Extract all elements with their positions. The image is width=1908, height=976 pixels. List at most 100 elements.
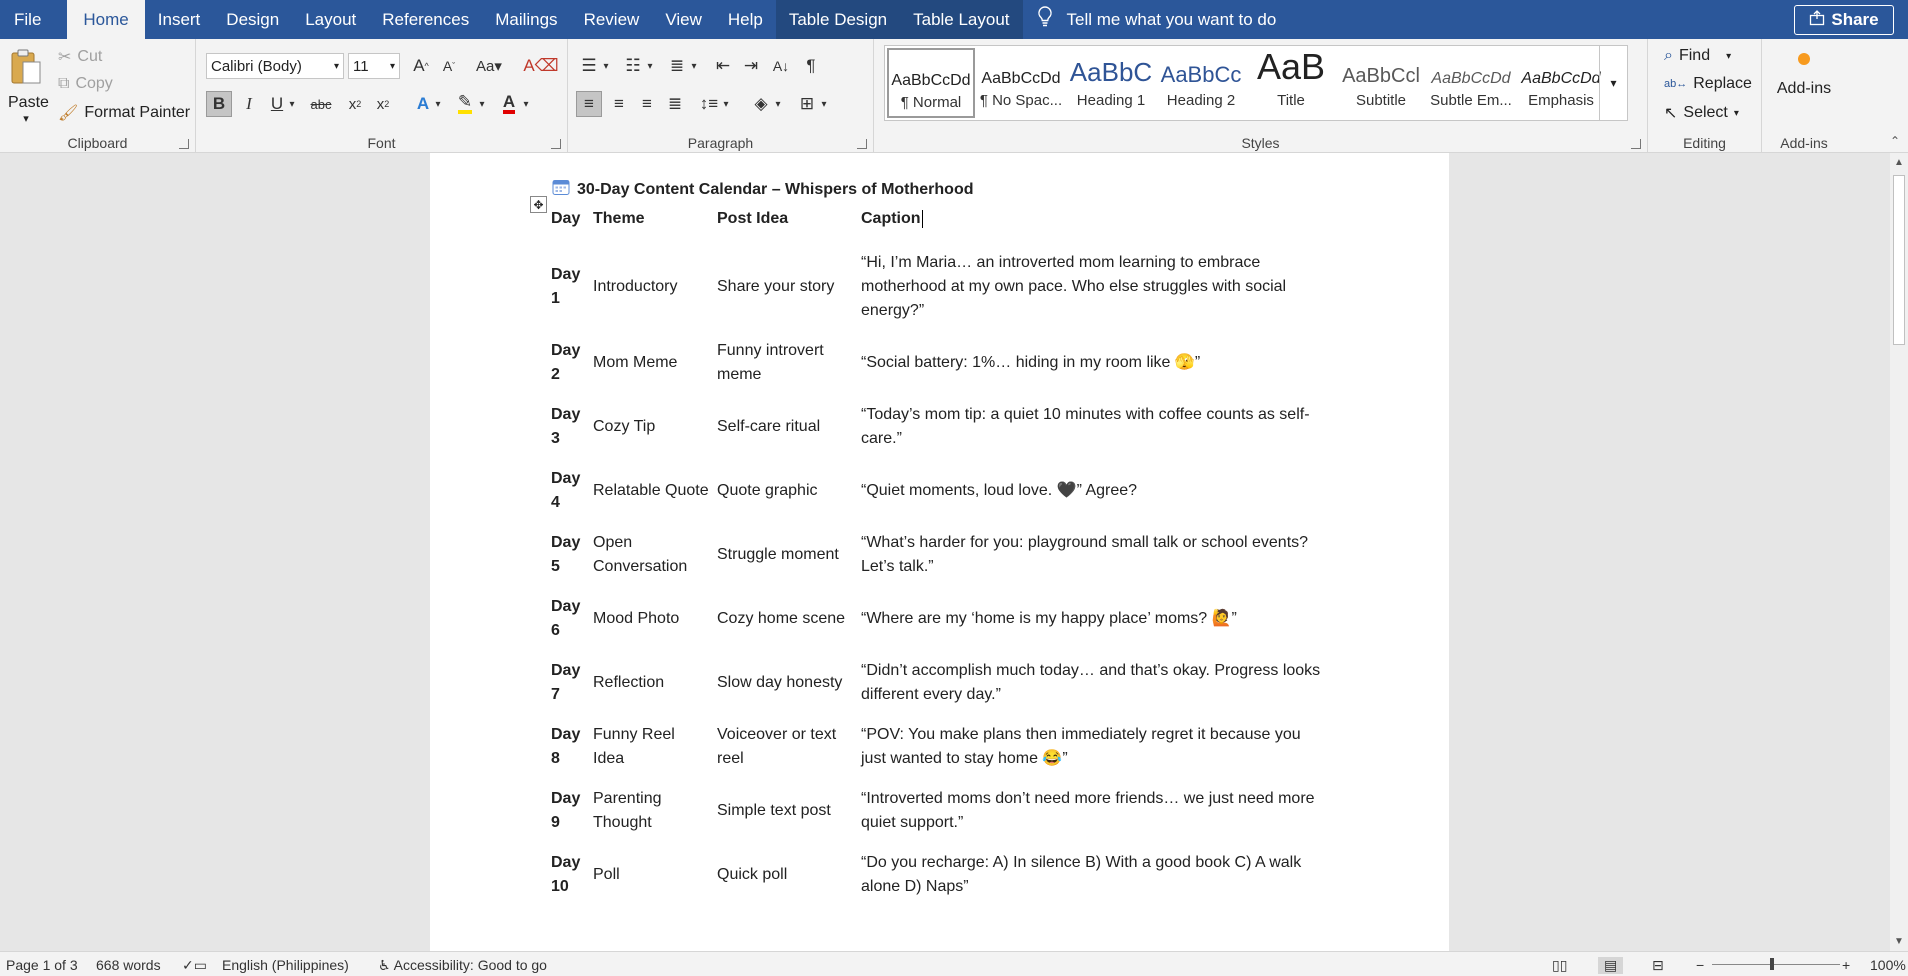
table-move-handle-icon[interactable]: ✥ <box>530 196 547 213</box>
align-right-icon[interactable]: ≡ <box>634 91 660 117</box>
chevron-down-icon[interactable]: ▾ <box>688 53 700 79</box>
cell-post-idea[interactable]: Quote graphic <box>713 459 857 523</box>
sort-icon[interactable]: A↓ <box>768 53 794 79</box>
select-button[interactable]: ↖ Select ▾ <box>1664 103 1739 123</box>
cell-caption[interactable]: “Introverted moms don’t need more friend… <box>857 779 1327 843</box>
vertical-scrollbar[interactable]: ▲ ▼ <box>1890 153 1908 951</box>
format-painter-button[interactable]: 🖌 Format Painter <box>58 103 190 123</box>
header-post-idea[interactable]: Post Idea <box>713 203 857 243</box>
highlight-color-icon[interactable]: ✎ <box>452 91 478 117</box>
align-left-icon[interactable]: ≡ <box>576 91 602 117</box>
cell-theme[interactable]: Parenting Thought <box>589 779 713 843</box>
read-mode-icon[interactable]: ▯▯ <box>1552 957 1567 974</box>
italic-button[interactable]: I <box>236 91 262 117</box>
style-no-spacing[interactable]: AaBbCcDd ¶ No Spac... <box>977 48 1065 118</box>
align-center-icon[interactable]: ≡ <box>606 91 632 117</box>
multilevel-list-icon[interactable]: ≣ <box>664 53 690 79</box>
language-indicator[interactable]: English (Philippines) <box>222 957 349 973</box>
cell-post-idea[interactable]: Share your story <box>713 243 857 331</box>
style-title[interactable]: AaB Title <box>1247 48 1335 118</box>
style-normal[interactable]: AaBbCcDd ¶ Normal <box>887 48 975 118</box>
find-button[interactable]: ⌕ Find ▾ <box>1664 47 1731 65</box>
proofing-icon[interactable]: ✓▭ <box>182 957 207 974</box>
change-case-icon[interactable]: Aa▾ <box>472 53 506 79</box>
header-caption[interactable]: Caption <box>857 203 1327 243</box>
cell-caption[interactable]: “Do you recharge: A) In silence B) With … <box>857 843 1327 907</box>
styles-launcher-icon[interactable] <box>1631 139 1641 149</box>
tab-review[interactable]: Review <box>571 0 653 39</box>
grow-font-icon[interactable]: A ^ <box>408 53 434 79</box>
numbering-icon[interactable]: ☷ <box>620 53 646 79</box>
tab-file[interactable]: File <box>0 0 67 39</box>
chevron-down-icon[interactable]: ▾ <box>772 91 784 117</box>
replace-button[interactable]: ab↔ Replace <box>1664 75 1752 93</box>
cell-day[interactable]: Day 1 <box>547 243 589 331</box>
cell-theme[interactable]: Introductory <box>589 243 713 331</box>
cell-theme[interactable]: Relatable Quote <box>589 459 713 523</box>
cell-theme[interactable]: Funny Reel Idea <box>589 715 713 779</box>
cell-theme[interactable]: Mood Photo <box>589 587 713 651</box>
tab-table-design[interactable]: Table Design <box>775 0 901 39</box>
chevron-down-icon[interactable]: ▾ <box>520 91 532 117</box>
font-color-icon[interactable]: A <box>496 91 522 117</box>
cell-theme[interactable]: Mom Meme <box>589 331 713 395</box>
superscript-button[interactable]: x2 <box>370 91 396 117</box>
document-page[interactable]: 30-Day Content Calendar – Whispers of Mo… <box>430 153 1449 951</box>
line-spacing-icon[interactable]: ↕≡ <box>696 91 722 117</box>
cell-caption[interactable]: “Quiet moments, loud love. 🖤” Agree? <box>857 459 1327 523</box>
clipboard-launcher-icon[interactable] <box>179 139 189 149</box>
style-subtle-emphasis[interactable]: AaBbCcDd Subtle Em... <box>1427 48 1515 118</box>
shading-icon[interactable]: ◈ <box>748 91 774 117</box>
chevron-down-icon[interactable]: ▾ <box>818 91 830 117</box>
style-subtitle[interactable]: AaBbCcl Subtitle <box>1337 48 1425 118</box>
chevron-down-icon[interactable]: ▾ <box>286 91 298 117</box>
styles-more-icon[interactable]: ▾ <box>1599 46 1627 120</box>
page-count[interactable]: Page 1 of 3 <box>6 957 78 973</box>
paragraph-launcher-icon[interactable] <box>857 139 867 149</box>
paste-button[interactable]: Paste ▾ <box>8 47 49 127</box>
cell-caption[interactable]: “Didn’t accomplish much today… and that’… <box>857 651 1327 715</box>
decrease-indent-icon[interactable]: ⇤ <box>710 53 736 79</box>
tab-home[interactable]: Home <box>67 0 145 39</box>
tab-insert[interactable]: Insert <box>145 0 214 39</box>
cell-day[interactable]: Day 5 <box>547 523 589 587</box>
tab-mailings[interactable]: Mailings <box>482 0 570 39</box>
header-day[interactable]: Day <box>547 203 589 243</box>
cell-day[interactable]: Day 10 <box>547 843 589 907</box>
strikethrough-button[interactable]: abc <box>306 91 336 117</box>
addins-button[interactable]: Add-ins <box>1762 47 1846 98</box>
cell-day[interactable]: Day 8 <box>547 715 589 779</box>
cell-day[interactable]: Day 6 <box>547 587 589 651</box>
copy-button[interactable]: ⧉ Copy <box>58 75 113 93</box>
tab-table-layout[interactable]: Table Layout <box>900 0 1023 39</box>
cell-post-idea[interactable]: Self-care ritual <box>713 395 857 459</box>
chevron-down-icon[interactable]: ▾ <box>432 91 444 117</box>
zoom-slider[interactable] <box>1712 964 1840 965</box>
style-heading-1[interactable]: AaBbC Heading 1 <box>1067 48 1155 118</box>
print-layout-icon[interactable]: ▤ <box>1598 957 1624 974</box>
tab-view[interactable]: View <box>652 0 715 39</box>
cell-post-idea[interactable]: Voiceover or text reel <box>713 715 857 779</box>
bold-button[interactable]: B <box>206 91 232 117</box>
zoom-out-icon[interactable]: − <box>1696 957 1704 973</box>
tell-me-search[interactable]: Tell me what you want to do <box>1037 6 1276 33</box>
tab-help[interactable]: Help <box>715 0 776 39</box>
pilcrow-icon[interactable]: ¶ <box>798 53 824 79</box>
cell-post-idea[interactable]: Cozy home scene <box>713 587 857 651</box>
cell-day[interactable]: Day 4 <box>547 459 589 523</box>
chevron-down-icon[interactable]: ▾ <box>720 91 732 117</box>
style-heading-2[interactable]: AaBbCc Heading 2 <box>1157 48 1245 118</box>
zoom-in-icon[interactable]: + <box>1842 957 1850 973</box>
zoom-level[interactable]: 100% <box>1870 957 1906 973</box>
cell-theme[interactable]: Poll <box>589 843 713 907</box>
cell-day[interactable]: Day 2 <box>547 331 589 395</box>
cell-theme[interactable]: Cozy Tip <box>589 395 713 459</box>
shrink-font-icon[interactable]: Aˇ <box>436 53 462 79</box>
cell-post-idea[interactable]: Struggle moment <box>713 523 857 587</box>
cell-caption[interactable]: “Where are my ‘home is my happy place’ m… <box>857 587 1327 651</box>
accessibility-status[interactable]: ♿︎ Accessibility: Good to go <box>378 957 547 974</box>
tab-design[interactable]: Design <box>213 0 292 39</box>
increase-indent-icon[interactable]: ⇥ <box>738 53 764 79</box>
cell-caption[interactable]: “Social battery: 1%… hiding in my room l… <box>857 331 1327 395</box>
word-count[interactable]: 668 words <box>96 957 161 973</box>
